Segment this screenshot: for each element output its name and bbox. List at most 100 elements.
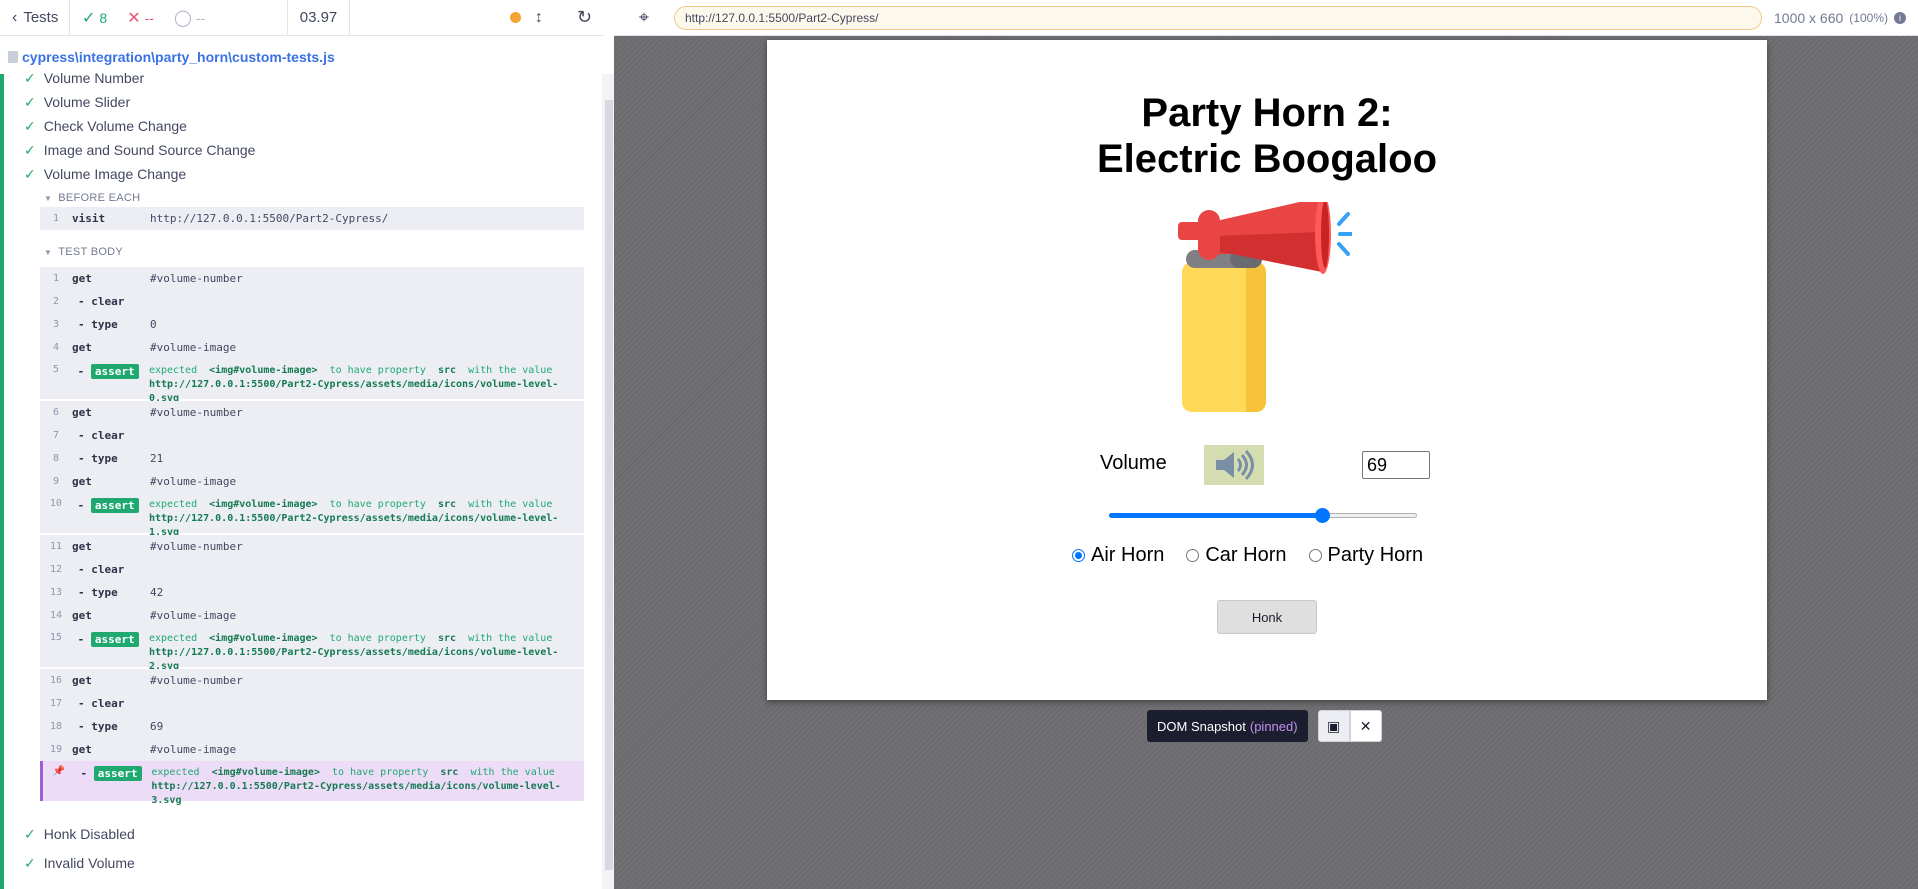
test-item[interactable]: ✓ Volume Slider (24, 92, 130, 112)
command-number: 4 (52, 342, 60, 353)
assert-badge: assert (90, 364, 139, 379)
highlight-toggle-icon[interactable]: ▣ (1317, 710, 1350, 742)
command-name: - clear (78, 295, 125, 308)
command-row[interactable]: 13 - type 42 (40, 581, 584, 604)
test-item[interactable]: ✓ Volume Number (24, 68, 144, 88)
command-row[interactable]: 8 - type 21 (40, 447, 584, 470)
command-message: #volume-image (150, 341, 237, 354)
radio-label: Car Horn (1205, 544, 1287, 566)
command-row[interactable]: 9 get #volume-image (40, 470, 584, 493)
command-message: 21 (150, 452, 164, 465)
command-name: - clear (78, 563, 125, 576)
assert-row[interactable]: 📌 - assert expected <img#volume-image> to … (40, 761, 584, 806)
pending-circle-icon: ◯ (173, 9, 192, 27)
command-number: 18 (49, 721, 63, 732)
command-row[interactable]: 2 - clear (40, 290, 584, 313)
x-icon: ✕ (127, 9, 141, 27)
close-icon[interactable]: ✕ (1349, 710, 1382, 742)
radio-party-horn[interactable]: Party Horn (1308, 544, 1424, 567)
command-row[interactable]: 12 - clear (40, 558, 584, 581)
assert-url: http://127.0.0.1:5500/Part2-Cypress/asse… (151, 781, 561, 806)
tests-button[interactable]: ‹ Tests (0, 0, 70, 35)
url-bar[interactable]: http://127.0.0.1:5500/Part2-Cypress/ (674, 5, 1762, 30)
hook-test-body[interactable]: ▼ TEST BODY (44, 246, 123, 258)
assert-expected: expected (148, 499, 198, 510)
command-row[interactable]: 6 get #volume-number (40, 401, 584, 424)
horn-selector: Air Horn Car Horn Party Horn (1072, 544, 1423, 567)
viewport-info: 1000 x 660 (100%) i (1774, 10, 1906, 26)
volume-slider-fill (1109, 513, 1322, 518)
test-item[interactable]: ✓ Honk Disabled (24, 824, 135, 844)
command-message: #volume-image (150, 609, 237, 622)
volume-slider-thumb[interactable] (1314, 508, 1330, 523)
browser-toolbar: ⌖ http://127.0.0.1:5500/Part2-Cypress/ 1… (614, 0, 1918, 36)
test-item[interactable]: ✓ Invalid Volume (24, 853, 135, 873)
command-name: - assert (72, 498, 149, 513)
radio-car-horn[interactable]: Car Horn (1186, 544, 1287, 567)
command-message: http://127.0.0.1:5500/Part2-Cypress/ (150, 212, 389, 225)
command-name: - clear (78, 697, 125, 710)
command-number: 15 (49, 632, 62, 643)
command-row[interactable]: 16 get #volume-number (40, 669, 584, 692)
assert-row[interactable]: 5 - assert expected <img#volume-image> to … (40, 359, 584, 404)
command-row[interactable]: 11 get #volume-number (40, 535, 584, 558)
command-number: 9 (52, 476, 60, 487)
test-item[interactable]: ✓ Image and Sound Source Change (24, 140, 255, 160)
command-name: - assert (72, 632, 149, 647)
pin-icon: 📌 (52, 766, 65, 777)
radio-air-horn[interactable]: Air Horn (1072, 544, 1164, 567)
duration: 03.97 (288, 0, 350, 35)
reporter-panel: ‹ Tests ✓ 8 ✕ -- ◯ -- 03.97 ↕ ↻ cypress\ (0, 0, 614, 889)
radio-label: Party Horn (1327, 544, 1424, 566)
command-row[interactable]: 7 - clear (40, 424, 584, 447)
assert-tail: with the value (468, 633, 553, 644)
scrollbar-thumb[interactable] (605, 100, 613, 870)
command-name: - type (78, 318, 118, 331)
assert-tail: with the value (468, 365, 553, 376)
assert-subject: <img#volume-image> (209, 499, 318, 510)
command-row[interactable]: 18 - type 69 (40, 715, 584, 738)
command-name: get (72, 674, 92, 687)
page-title: Party Horn 2: Electric Boogaloo (767, 90, 1767, 182)
aut-frame: Party Horn 2: Electric Boogaloo Volume 6… (767, 40, 1767, 700)
info-icon[interactable]: i (1893, 11, 1906, 24)
command-row[interactable]: 1 get #volume-number (40, 267, 584, 290)
command-row[interactable]: 3 - type 0 (40, 313, 584, 336)
assert-prop: src (437, 365, 457, 376)
test-item[interactable]: ✓ Check Volume Change (24, 116, 187, 136)
command-row[interactable]: 14 get #volume-image (40, 604, 584, 627)
command-row[interactable]: 17 - clear (40, 692, 584, 715)
command-name: get (72, 475, 92, 488)
restart-icon[interactable]: ↻ (577, 7, 592, 28)
command-number: 6 (52, 407, 60, 418)
command-row[interactable]: 1 visit http://127.0.0.1:5500/Part2-Cypr… (40, 207, 584, 230)
assert-row[interactable]: 10 - assert expected <img#volume-image> to… (40, 493, 584, 538)
command-row[interactable]: 19 get #volume-image (40, 738, 584, 761)
command-message: 0 (150, 318, 157, 331)
check-icon: ✓ (24, 165, 36, 182)
assert-message: expected <img#volume-image> to have prop… (149, 498, 584, 540)
test-title: Honk Disabled (43, 826, 135, 842)
command-row[interactable]: 4 get #volume-image (40, 336, 584, 359)
test-item-expanded[interactable]: ✓ Volume Image Change (24, 164, 186, 184)
assert-tail: with the value (470, 767, 555, 778)
radio-circle[interactable] (1186, 549, 1200, 562)
command-number: 10 (49, 498, 62, 509)
spec-path[interactable]: cypress\integration\party_horn\custom-te… (22, 49, 335, 65)
radio-label: Air Horn (1091, 544, 1165, 566)
selector-playground-icon[interactable]: ⌖ (614, 7, 674, 28)
hook-before-each[interactable]: ▼ BEFORE EACH (44, 192, 140, 204)
command-number: 19 (49, 744, 63, 755)
radio-circle[interactable] (1072, 549, 1085, 562)
volume-number-input[interactable] (1362, 451, 1430, 479)
command-name: - assert (75, 766, 152, 781)
command-log: ✓ Volume Number ✓ Volume Slider ✓ Check Vol… (0, 70, 604, 889)
test-title: Volume Slider (43, 94, 131, 110)
honk-button[interactable]: Honk (1217, 600, 1317, 634)
air-horn-image (1178, 202, 1352, 412)
command-message: 42 (150, 586, 164, 599)
dom-snapshot-bar: DOM Snapshot (pinned) ▣ ✕ (1147, 710, 1382, 742)
radio-circle[interactable] (1308, 549, 1322, 562)
auto-scroll-icon[interactable]: ↕ (535, 9, 543, 27)
assert-row[interactable]: 15 - assert expected <img#volume-image> to… (40, 627, 584, 672)
